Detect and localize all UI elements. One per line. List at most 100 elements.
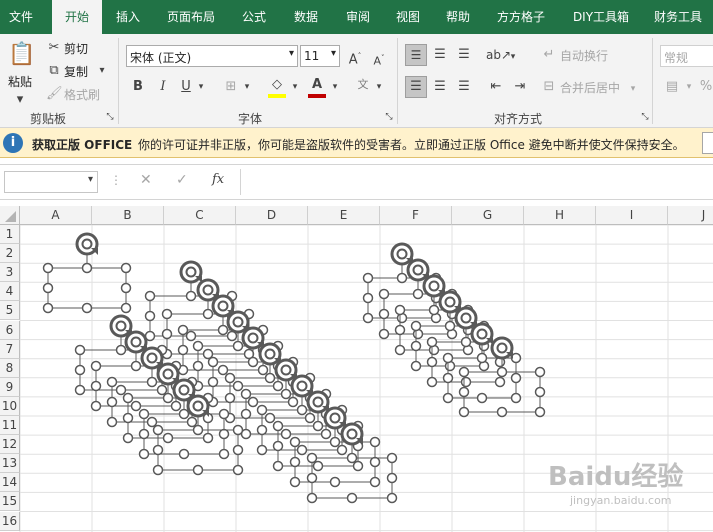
font-name-select[interactable]: 宋体 (正文) ▾ — [126, 45, 298, 67]
rotate-handle-icon[interactable] — [241, 326, 265, 350]
phonetic-guide-icon[interactable]: 文 — [354, 76, 372, 94]
align-left-icon[interactable]: ☰ — [405, 76, 427, 98]
resize-handle[interactable] — [192, 340, 204, 352]
tab-diy-toolbox[interactable]: DIY工具箱 — [564, 0, 638, 34]
resize-handle[interactable] — [476, 392, 488, 404]
paste-icon[interactable]: 📋 — [8, 40, 35, 70]
resize-handle[interactable] — [394, 324, 406, 336]
resize-handle[interactable] — [442, 372, 454, 384]
resize-handle[interactable] — [185, 290, 197, 302]
resize-handle[interactable] — [90, 400, 102, 412]
resize-handle[interactable] — [410, 360, 422, 372]
resize-handle[interactable] — [534, 386, 546, 398]
orientation-icon[interactable]: ab↗ — [486, 46, 511, 64]
resize-handle[interactable] — [496, 366, 508, 378]
resize-handle[interactable] — [534, 406, 546, 418]
rotate-handle-icon[interactable] — [186, 394, 210, 418]
resize-handle[interactable] — [280, 428, 292, 440]
resize-handle[interactable] — [192, 464, 204, 476]
rotate-handle-icon[interactable] — [306, 390, 330, 414]
resize-handle[interactable] — [256, 404, 268, 416]
resize-handle[interactable] — [81, 262, 93, 274]
resize-handle[interactable] — [280, 388, 292, 400]
selected-shape[interactable] — [42, 232, 132, 314]
resize-handle[interactable] — [394, 344, 406, 356]
resize-handle[interactable] — [152, 424, 164, 436]
resize-handle[interactable] — [329, 436, 341, 448]
resize-handle[interactable] — [177, 344, 189, 356]
resize-handle[interactable] — [90, 380, 102, 392]
resize-handle[interactable] — [162, 392, 174, 404]
resize-handle[interactable] — [458, 406, 470, 418]
resize-handle[interactable] — [442, 352, 454, 364]
resize-handle[interactable] — [156, 384, 168, 396]
resize-handle[interactable] — [257, 364, 269, 376]
resize-handle[interactable] — [42, 262, 54, 274]
resize-handle[interactable] — [122, 412, 134, 424]
number-format-select[interactable]: 常规 — [660, 45, 713, 67]
align-right-icon[interactable]: ☰ — [454, 78, 474, 96]
resize-handle[interactable] — [306, 492, 318, 504]
resize-handle[interactable] — [346, 492, 358, 504]
merge-center-button[interactable]: 合并后居中 — [560, 80, 620, 96]
resize-handle[interactable] — [289, 456, 301, 468]
resize-handle[interactable] — [170, 400, 182, 412]
resize-handle[interactable] — [115, 344, 127, 356]
name-box[interactable]: ▾ — [4, 171, 98, 193]
resize-handle[interactable] — [369, 476, 381, 488]
resize-handle[interactable] — [152, 464, 164, 476]
wrap-text-button[interactable]: 自动换行 — [560, 48, 608, 64]
resize-handle[interactable] — [287, 396, 299, 408]
resize-handle[interactable] — [410, 340, 422, 352]
resize-handle[interactable] — [138, 428, 150, 440]
tab-insert[interactable]: 插入 — [106, 0, 150, 34]
rotate-handle-icon[interactable] — [290, 374, 314, 398]
formula-input[interactable] — [240, 169, 713, 195]
tab-help[interactable]: 帮助 — [436, 0, 480, 34]
rotate-handle-icon[interactable] — [470, 322, 494, 346]
italic-button[interactable]: I — [155, 78, 171, 96]
resize-handle[interactable] — [426, 336, 438, 348]
resize-handle[interactable] — [378, 288, 390, 300]
resize-handle[interactable] — [232, 340, 244, 352]
dialog-launcher-icon[interactable]: ⤡ — [640, 112, 650, 122]
align-center-icon[interactable]: ☰ — [430, 78, 450, 96]
rotate-handle-icon[interactable] — [422, 274, 446, 298]
resize-handle[interactable] — [352, 460, 364, 472]
resize-handle[interactable] — [460, 376, 472, 388]
resize-handle[interactable] — [81, 302, 93, 314]
resize-handle[interactable] — [428, 304, 440, 316]
get-genuine-button[interactable] — [702, 132, 713, 154]
resize-handle[interactable] — [120, 282, 132, 294]
resize-handle[interactable] — [74, 344, 86, 356]
dialog-launcher-icon[interactable]: ⤡ — [105, 112, 115, 122]
resize-handle[interactable] — [312, 420, 324, 432]
resize-handle[interactable] — [120, 262, 132, 274]
resize-handle[interactable] — [217, 324, 229, 336]
tab-view[interactable]: 视图 — [388, 0, 428, 34]
rotate-handle-icon[interactable] — [274, 358, 298, 382]
resize-handle[interactable] — [224, 372, 236, 384]
rotate-handle-icon[interactable] — [140, 346, 164, 370]
resize-handle[interactable] — [202, 308, 214, 320]
font-size-select[interactable]: 11 ▾ — [300, 45, 340, 67]
resize-handle[interactable] — [130, 400, 142, 412]
resize-handle[interactable] — [304, 412, 316, 424]
resize-handle[interactable] — [144, 310, 156, 322]
rotate-handle-icon[interactable] — [258, 342, 282, 366]
resize-handle[interactable] — [202, 432, 214, 444]
tab-fangfang[interactable]: 方方格子 — [488, 0, 554, 34]
resize-handle[interactable] — [272, 460, 284, 472]
resize-handle[interactable] — [138, 448, 150, 460]
resize-handle[interactable] — [460, 336, 472, 348]
rotate-handle-icon[interactable] — [490, 336, 514, 360]
resize-handle[interactable] — [458, 386, 470, 398]
chevron-down-icon[interactable]: ▾ — [196, 78, 206, 96]
currency-icon[interactable]: ▤ — [662, 78, 682, 96]
chevron-down-icon[interactable]: ▾ — [13, 91, 27, 109]
resize-handle[interactable] — [161, 328, 173, 340]
resize-handle[interactable] — [74, 384, 86, 396]
increase-font-icon[interactable]: A˄ — [346, 47, 364, 69]
underline-button[interactable]: U — [178, 78, 194, 96]
rotate-handle-icon[interactable] — [340, 422, 364, 446]
